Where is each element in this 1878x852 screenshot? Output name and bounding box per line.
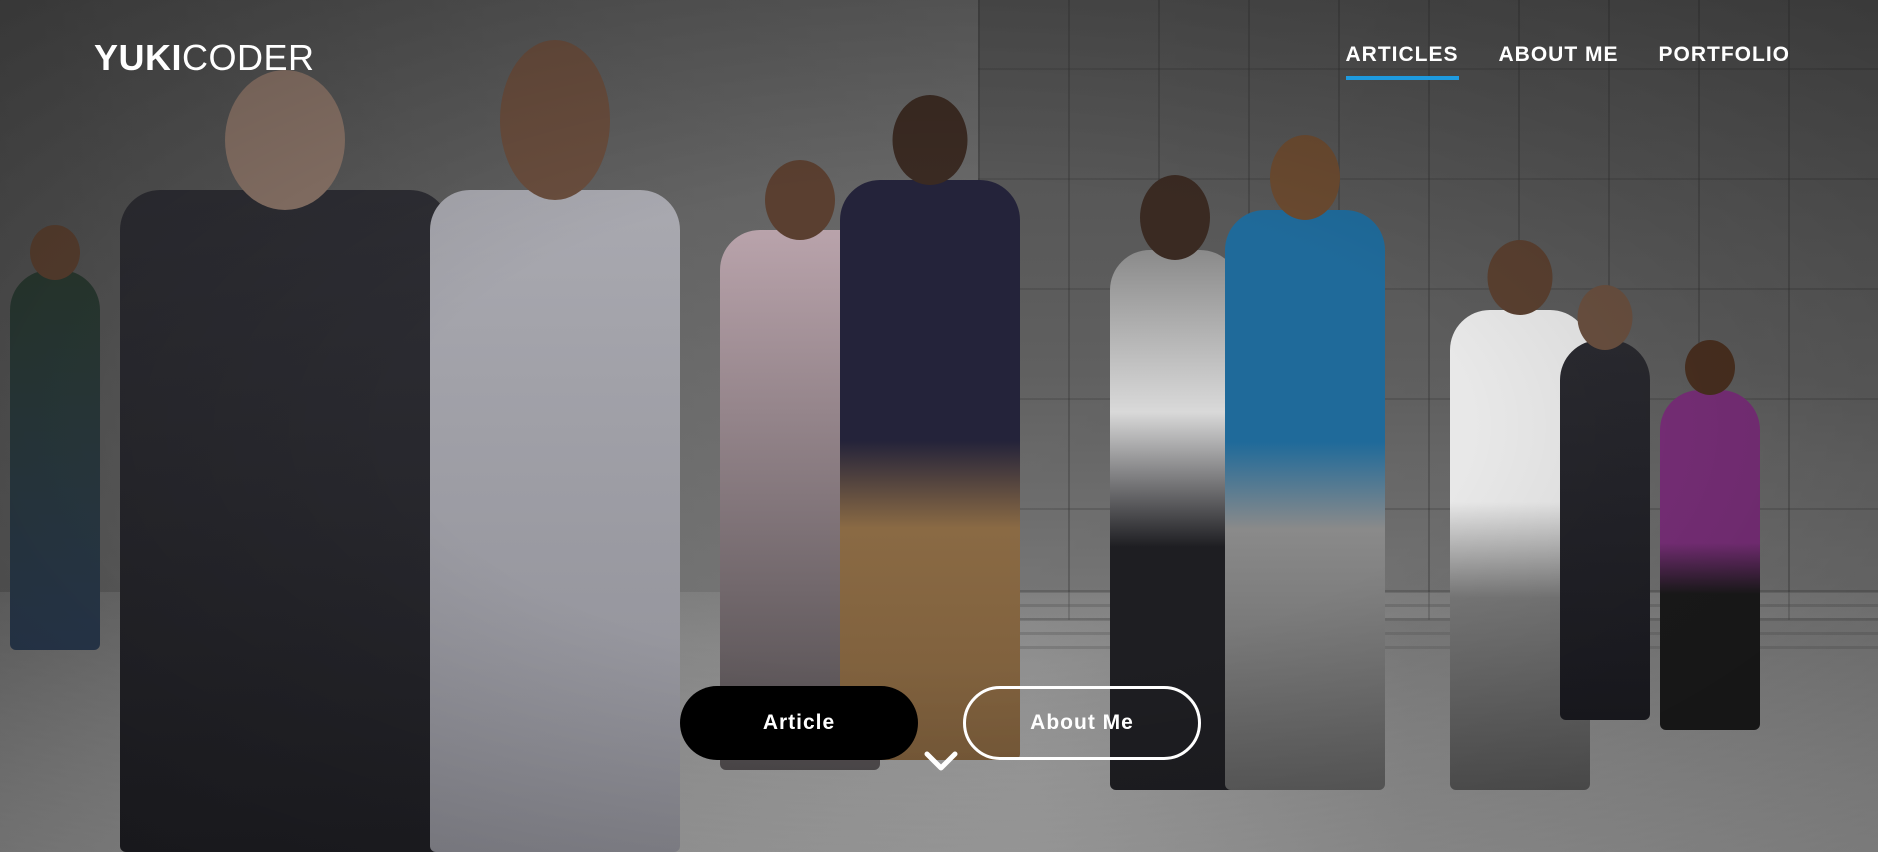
article-button[interactable]: Article [680,686,918,760]
nav-item-articles[interactable]: ARTICLES [1345,40,1459,80]
about-me-button[interactable]: About Me [963,686,1201,760]
logo-bold-text: YUKI [94,37,183,78]
logo[interactable]: YUKICODER [94,36,315,80]
site-header: YUKICODER ARTICLES ABOUT ME PORTFOLIO [0,0,1878,110]
chevron-down-icon[interactable] [921,746,961,776]
hero-section: YUKICODER ARTICLES ABOUT ME PORTFOLIO Ar… [0,0,1878,852]
main-nav: ARTICLES ABOUT ME PORTFOLIO [1345,40,1791,80]
nav-item-portfolio[interactable]: PORTFOLIO [1659,40,1791,80]
nav-item-about-me[interactable]: ABOUT ME [1499,40,1619,80]
logo-light-text: CODER [182,37,315,78]
